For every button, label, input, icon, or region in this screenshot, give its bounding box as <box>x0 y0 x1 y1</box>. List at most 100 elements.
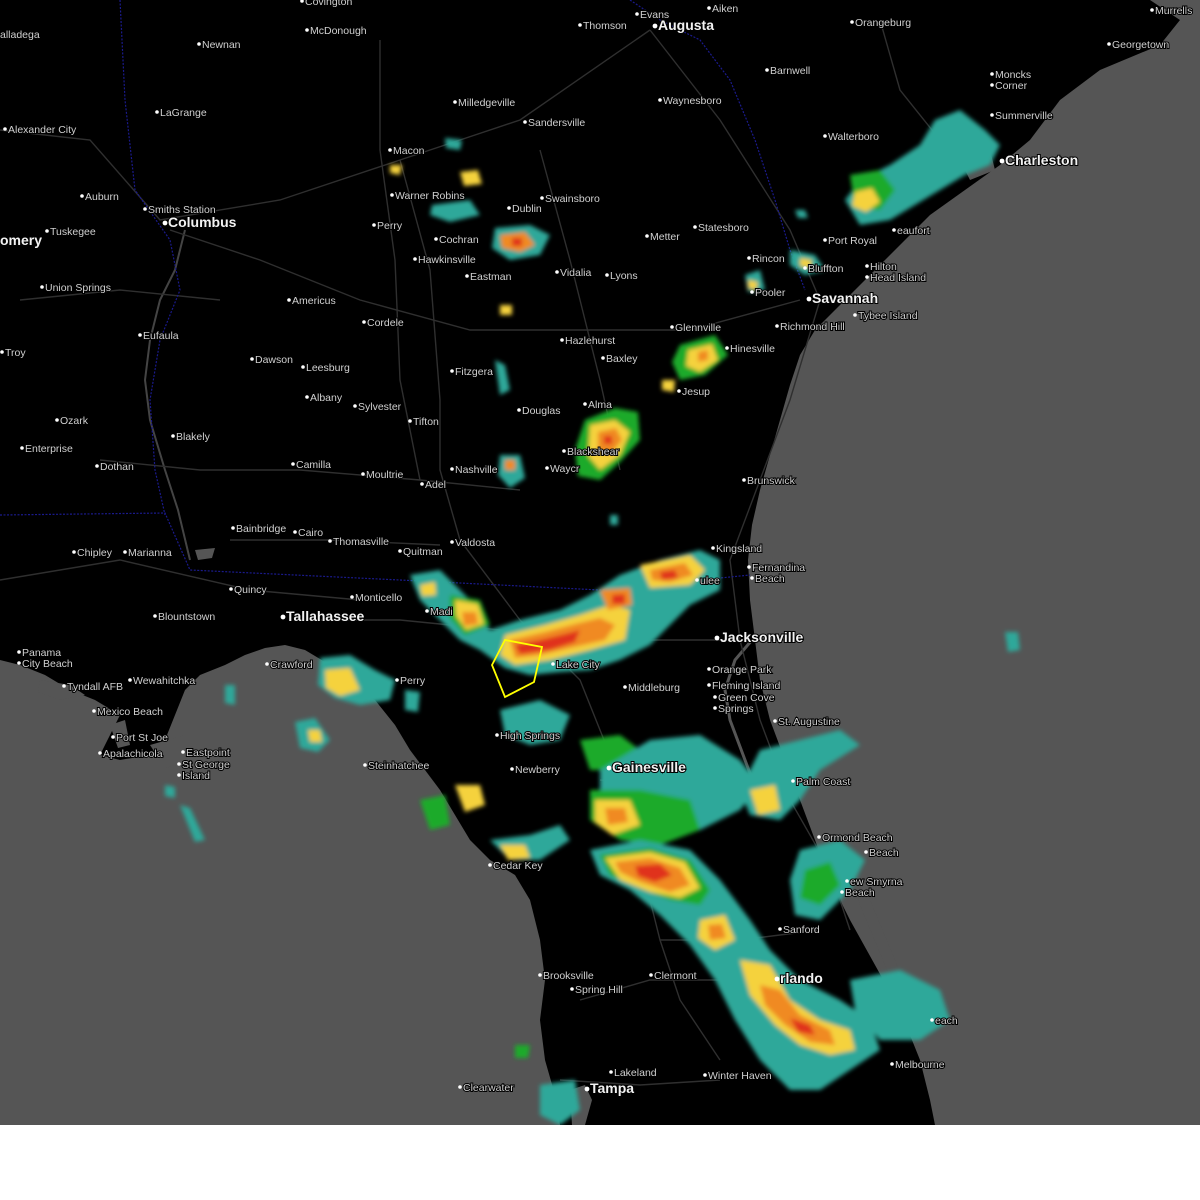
city-hazlehurst[interactable]: Hazlehurst <box>560 334 616 348</box>
city-bainbridge[interactable]: Bainbridge <box>231 522 287 536</box>
city-richmondhill[interactable]: Richmond Hill <box>775 320 846 334</box>
city-blountstown[interactable]: Blountstown <box>153 610 216 624</box>
city-macon[interactable]: Macon <box>388 144 426 158</box>
city-apalachicola[interactable]: Apalachicola <box>98 747 164 761</box>
city-blackshear[interactable]: Blackshear <box>562 445 620 459</box>
city-steinhatchee[interactable]: Steinhatchee <box>363 759 430 773</box>
city-moultrie[interactable]: Moultrie <box>361 468 405 482</box>
city-barnwell[interactable]: Barnwell <box>765 64 811 78</box>
city-pooler[interactable]: Pooler <box>750 286 787 300</box>
city-portstjoe[interactable]: Port St Joe <box>111 731 169 745</box>
city-cairo[interactable]: Cairo <box>293 526 324 540</box>
city-dublin[interactable]: Dublin <box>507 202 543 216</box>
city-covington[interactable]: Covington <box>300 0 353 9</box>
city-warnerrobins[interactable]: Warner Robins <box>390 189 466 203</box>
city-dothan[interactable]: Dothan <box>95 460 135 474</box>
city-flemingisland[interactable]: Fleming Island <box>707 679 781 693</box>
city-dawson[interactable]: Dawson <box>250 353 294 367</box>
city-newnan[interactable]: Newnan <box>197 38 242 52</box>
city-savannah[interactable]: Savannah <box>806 289 879 307</box>
city-talladega[interactable]: alladega <box>0 28 41 42</box>
city-ozark[interactable]: Ozark <box>55 414 90 428</box>
city-douglas[interactable]: Douglas <box>517 404 562 418</box>
city-summerville[interactable]: Summerville <box>990 109 1054 123</box>
city-daytonabeach[interactable]: Beach <box>864 846 900 860</box>
city-eastpoint[interactable]: Eastpoint <box>181 746 231 760</box>
city-beach2[interactable]: Beach <box>840 886 876 900</box>
city-island[interactable]: Island <box>177 769 211 783</box>
city-lakecity[interactable]: Lake City <box>551 658 602 672</box>
city-hinesville[interactable]: Hinesville <box>725 342 776 356</box>
city-rincon[interactable]: Rincon <box>747 252 786 266</box>
city-enterprise[interactable]: Enterprise <box>20 442 74 456</box>
city-mcdonough[interactable]: McDonough <box>305 24 368 38</box>
city-montgomery[interactable]: omery <box>0 231 43 249</box>
city-albany[interactable]: Albany <box>305 391 344 405</box>
city-charleston[interactable]: Charleston <box>999 151 1079 169</box>
city-thomasville[interactable]: Thomasville <box>328 535 390 549</box>
city-cedarkey[interactable]: Cedar Key <box>488 859 544 873</box>
city-sandersville[interactable]: Sandersville <box>523 116 586 130</box>
city-clermont[interactable]: Clermont <box>649 969 698 983</box>
city-jesup[interactable]: Jesup <box>677 385 711 399</box>
city-crawford[interactable]: Crawford <box>265 658 314 672</box>
city-chipley[interactable]: Chipley <box>72 546 114 560</box>
city-cocoabeach[interactable]: each <box>930 1014 959 1028</box>
city-madison[interactable]: Madi <box>425 605 454 619</box>
city-leesburg[interactable]: Leesburg <box>301 361 351 375</box>
city-waynesboro[interactable]: Waynesboro <box>658 94 723 108</box>
city-ormondbeach[interactable]: Ormond Beach <box>817 831 894 845</box>
city-walterboro[interactable]: Walterboro <box>823 130 880 144</box>
city-beaufort[interactable]: eaufort <box>892 224 931 238</box>
city-thomson[interactable]: Thomson <box>578 19 628 33</box>
city-lagrange[interactable]: LaGrange <box>155 106 208 120</box>
city-columbus[interactable]: Columbus <box>162 213 238 231</box>
city-quincy[interactable]: Quincy <box>229 583 268 597</box>
city-headisland[interactable]: Head Island <box>865 271 927 285</box>
radar-map[interactable]: Covington Evans Aiken Murrells alladega McDon… <box>0 0 1200 1125</box>
city-lyons[interactable]: Lyons <box>605 269 639 283</box>
city-tallahassee[interactable]: Tallahassee <box>280 607 366 625</box>
city-portroyal[interactable]: Port Royal <box>823 234 878 248</box>
city-americus[interactable]: Americus <box>287 294 337 308</box>
city-springs[interactable]: Springs <box>713 702 755 716</box>
city-orangeburg[interactable]: Orangeburg <box>850 16 912 30</box>
city-beach1[interactable]: Beach <box>750 572 786 586</box>
city-wewahitchka[interactable]: Wewahitchka <box>128 674 196 688</box>
city-swainsboro[interactable]: Swainsboro <box>540 192 601 206</box>
city-corner[interactable]: Corner <box>990 79 1029 93</box>
city-winterhaven[interactable]: Winter Haven <box>703 1069 773 1083</box>
city-cordele[interactable]: Cordele <box>362 316 405 330</box>
city-adel[interactable]: Adel <box>420 478 447 492</box>
city-georgetown[interactable]: Georgetown <box>1107 38 1170 52</box>
city-aiken[interactable]: Aiken <box>707 2 739 16</box>
city-lakeland[interactable]: Lakeland <box>609 1066 658 1080</box>
city-metter[interactable]: Metter <box>645 230 681 244</box>
city-baxley[interactable]: Baxley <box>601 352 639 366</box>
city-statesboro[interactable]: Statesboro <box>693 221 750 235</box>
radar-map-canvas[interactable]: CovingtonEvans Aiken Murrellsalladega McDon… <box>0 0 1200 1125</box>
city-alma[interactable]: Alma <box>583 398 613 412</box>
city-citybeach[interactable]: City Beach <box>17 657 74 671</box>
city-milledgeville[interactable]: Milledgeville <box>453 96 516 110</box>
city-orangepark[interactable]: Orange Park <box>707 663 773 677</box>
city-monticello[interactable]: Monticello <box>350 591 403 605</box>
city-eastman[interactable]: Eastman <box>465 270 513 284</box>
city-staugustine[interactable]: St. Augustine <box>773 715 841 729</box>
city-mexicobeach[interactable]: Mexico Beach <box>92 705 164 719</box>
city-tuskegee[interactable]: Tuskegee <box>45 225 97 239</box>
city-alexandercity[interactable]: Alexander City <box>3 123 78 137</box>
city-auburn[interactable]: Auburn <box>80 190 120 204</box>
city-marianna[interactable]: Marianna <box>123 546 173 560</box>
city-tyndall[interactable]: Tyndall AFB <box>62 680 124 694</box>
city-highsprings[interactable]: High Springs <box>495 729 561 743</box>
city-camilla[interactable]: Camilla <box>291 458 332 472</box>
city-jacksonville[interactable]: Jacksonville <box>714 628 804 646</box>
city-unionsprings[interactable]: Union Springs <box>40 281 112 295</box>
city-bluffton[interactable]: Bluffton <box>803 262 845 276</box>
city-waycross[interactable]: Waycr <box>545 462 581 476</box>
city-perryfl[interactable]: Perry <box>395 674 427 688</box>
city-brooksville[interactable]: Brooksville <box>538 969 595 983</box>
city-hawkinsville[interactable]: Hawkinsville <box>413 253 477 267</box>
city-tifton[interactable]: Tifton <box>408 415 440 429</box>
